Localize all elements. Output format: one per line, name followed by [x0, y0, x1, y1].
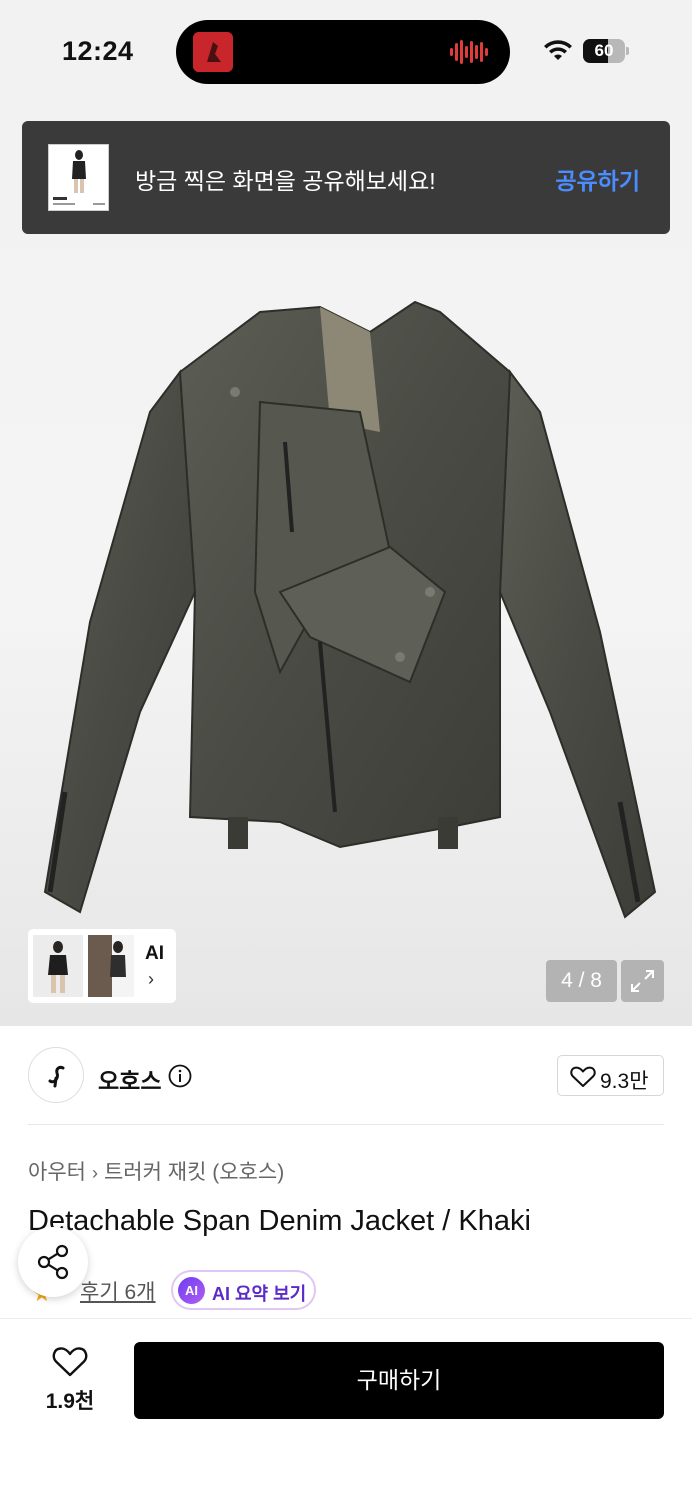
breadcrumb-category[interactable]: 아우터 [28, 1161, 86, 1184]
share-banner-message: 방금 찍은 화면을 공유해보세요! [135, 168, 436, 194]
battery-indicator: 60 [583, 39, 629, 63]
buy-button[interactable]: 구매하기 [134, 1342, 664, 1419]
heart-icon [570, 1066, 596, 1087]
heart-icon[interactable] [52, 1346, 88, 1378]
brand-like-button[interactable]: 9.3만 [557, 1055, 664, 1096]
expand-button[interactable] [621, 960, 664, 1002]
product-image-jacket [43, 300, 657, 919]
audio-waveform-icon [450, 40, 488, 64]
wifi-icon [544, 40, 572, 60]
breadcrumb-subcategory[interactable]: 트러커 재킷 (오호스) [104, 1161, 284, 1184]
wish-count: 1.9천 [45, 1390, 95, 1413]
review-count-link[interactable]: 후기 6개 [80, 1276, 155, 1306]
ai-lookbook-thumbnails[interactable]: AI › [28, 929, 176, 1003]
ai-summary-label: AI 요약 보기 [212, 1284, 307, 1304]
screenshot-share-banner[interactable]: 방금 찍은 화면을 공유해보세요! 공유하기 [22, 121, 670, 234]
brand-name[interactable]: 오호스 [98, 1062, 161, 1096]
ai-summary-button[interactable]: AI AI 요약 보기 [171, 1270, 316, 1310]
share-icon [37, 1244, 69, 1280]
product-screenshot-thumbnail [48, 144, 109, 211]
battery-percent: 60 [594, 41, 614, 60]
info-icon[interactable] [168, 1064, 192, 1088]
product-title: Detachable Span Denim Jacket / Khaki [28, 1205, 531, 1237]
chevron-right-icon: › [148, 969, 154, 989]
ai-badge-icon: AI [178, 1277, 205, 1304]
brand-like-count: 9.3만 [600, 1070, 649, 1093]
thumbnail-model-front [33, 935, 83, 997]
product-image-gallery[interactable]: AI › 4 / 8 [0, 100, 692, 1026]
image-page-counter: 4 / 8 [546, 960, 617, 1002]
expand-icon [631, 970, 654, 992]
ai-label: AI [145, 943, 164, 964]
divider [28, 1124, 664, 1125]
chevron-right-icon: › [91, 1163, 98, 1183]
thumbnail-model-side [88, 935, 134, 997]
share-banner-action[interactable]: 공유하기 [555, 162, 640, 196]
brand-logo[interactable] [28, 1047, 84, 1103]
status-bar: 12:24 60 [0, 0, 692, 100]
share-button[interactable] [18, 1227, 88, 1297]
status-time: 12:24 [62, 36, 134, 66]
breadcrumb: 아우터 › 트러커 재킷 (오호스) [28, 1156, 284, 1186]
dynamic-island[interactable] [176, 20, 510, 84]
album-art-icon [193, 32, 233, 72]
